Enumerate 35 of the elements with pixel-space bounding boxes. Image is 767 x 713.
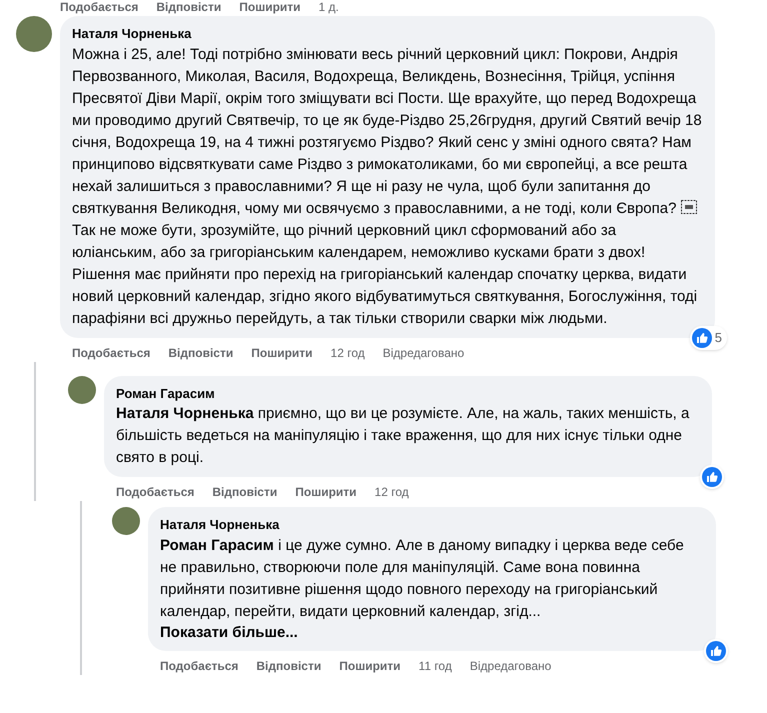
reply-link[interactable]: Відповісти xyxy=(156,0,222,14)
comment-text: Можна і 25, але! Тоді потрібно змінювати весь річний церковний цикл: Покрови, Андрія Первозванного, Миколая, Василя, Водохреща, Великдень, Вознесіння, Трійця, успіння Пресвятої Діви Марії, окрім того зміщувати всі Пости. Ще врахуйте, що перед Водохреща ми проводимо другий Святвечір, то це як буде-Різдво 25,26грудня, другий Святий вечір 18 січня, Водохреща 19, на 4 тижні розтягуємо Різдво? Який сенс у зміні одного свята? Нам принципово відсвяткувати саме Різдво з римокатоликами, бо ми європейці, а все решта нехай залишиться з православними? Я ще ні разу не чула, щоб були запитання до святкування Великодня, чому ми освячуємо з православними, а не тоді, коли Європа? Так не може бути, зрозумійте, що річний церковний цикл сформований або за юліанським, або за григоріанським календарем, неможливо кусками брати з двох! Рішення має прийняти про перехід на григоріанський календар спочатку церква, видати новий церковний календар, згідно якого відбуватимуться святкування, Богослужіння, тоді парафіяни всі дружньо перейдуть, а так тільки створили сварки між людьми. xyxy=(72,44,703,328)
timestamp[interactable]: 11 год xyxy=(418,656,452,674)
like-link[interactable]: Подобається xyxy=(116,483,194,501)
reaction-badge[interactable]: 5 xyxy=(690,326,727,350)
see-more-link[interactable]: Показати більше... xyxy=(160,622,704,642)
share-link[interactable]: Поширити xyxy=(339,656,401,674)
reply-link[interactable]: Відповісти xyxy=(212,483,278,501)
avatar[interactable] xyxy=(16,16,52,52)
author-name[interactable]: Наталя Чорненька xyxy=(160,515,704,534)
timestamp[interactable]: 1 д. xyxy=(318,0,339,14)
share-link[interactable]: Поширити xyxy=(239,0,301,14)
like-link[interactable]: Подобається xyxy=(60,0,138,14)
avatar[interactable] xyxy=(112,507,140,535)
reaction-badge[interactable] xyxy=(700,465,724,489)
like-reaction-icon xyxy=(706,640,726,660)
like-reaction-icon xyxy=(702,467,722,487)
edited-label: Відредаговано xyxy=(470,658,552,674)
reply-link[interactable]: Відповісти xyxy=(168,344,234,362)
reaction-badge[interactable] xyxy=(704,638,728,662)
like-reaction-icon xyxy=(692,328,712,348)
comment-text: Наталя Чорненька приємно, що ви це розумієте. Але, на жаль, таких меншість, а більшість ведеться на маніпуляцію і таке враження, що для них існує тільки одне свято в році. xyxy=(116,404,690,468)
timestamp[interactable]: 12 год xyxy=(330,344,365,362)
avatar[interactable] xyxy=(68,376,96,404)
timestamp[interactable]: 12 год xyxy=(374,483,409,501)
share-link[interactable]: Поширити xyxy=(295,483,357,501)
edited-label: Відредаговано xyxy=(382,344,464,362)
reply-link[interactable]: Відповісти xyxy=(256,656,322,674)
share-link[interactable]: Поширити xyxy=(251,344,313,362)
author-name[interactable]: Роман Гарасим xyxy=(116,384,700,403)
object-placeholder-icon xyxy=(680,200,697,214)
like-link[interactable]: Подобається xyxy=(72,344,150,362)
author-name[interactable]: Наталя Чорненька xyxy=(72,24,703,44)
like-link[interactable]: Подобається xyxy=(160,656,238,674)
comment-text: Роман Гарасим і це дуже сумно. Але в даному випадку і церква веде себе не правильно, створюючи поле для маніпуляцій. Саме вона повинна прийняти позитивне рішення щодо повного переходу на григоріанський календар, перейти, видати церковний календар, згід... xyxy=(160,536,685,622)
